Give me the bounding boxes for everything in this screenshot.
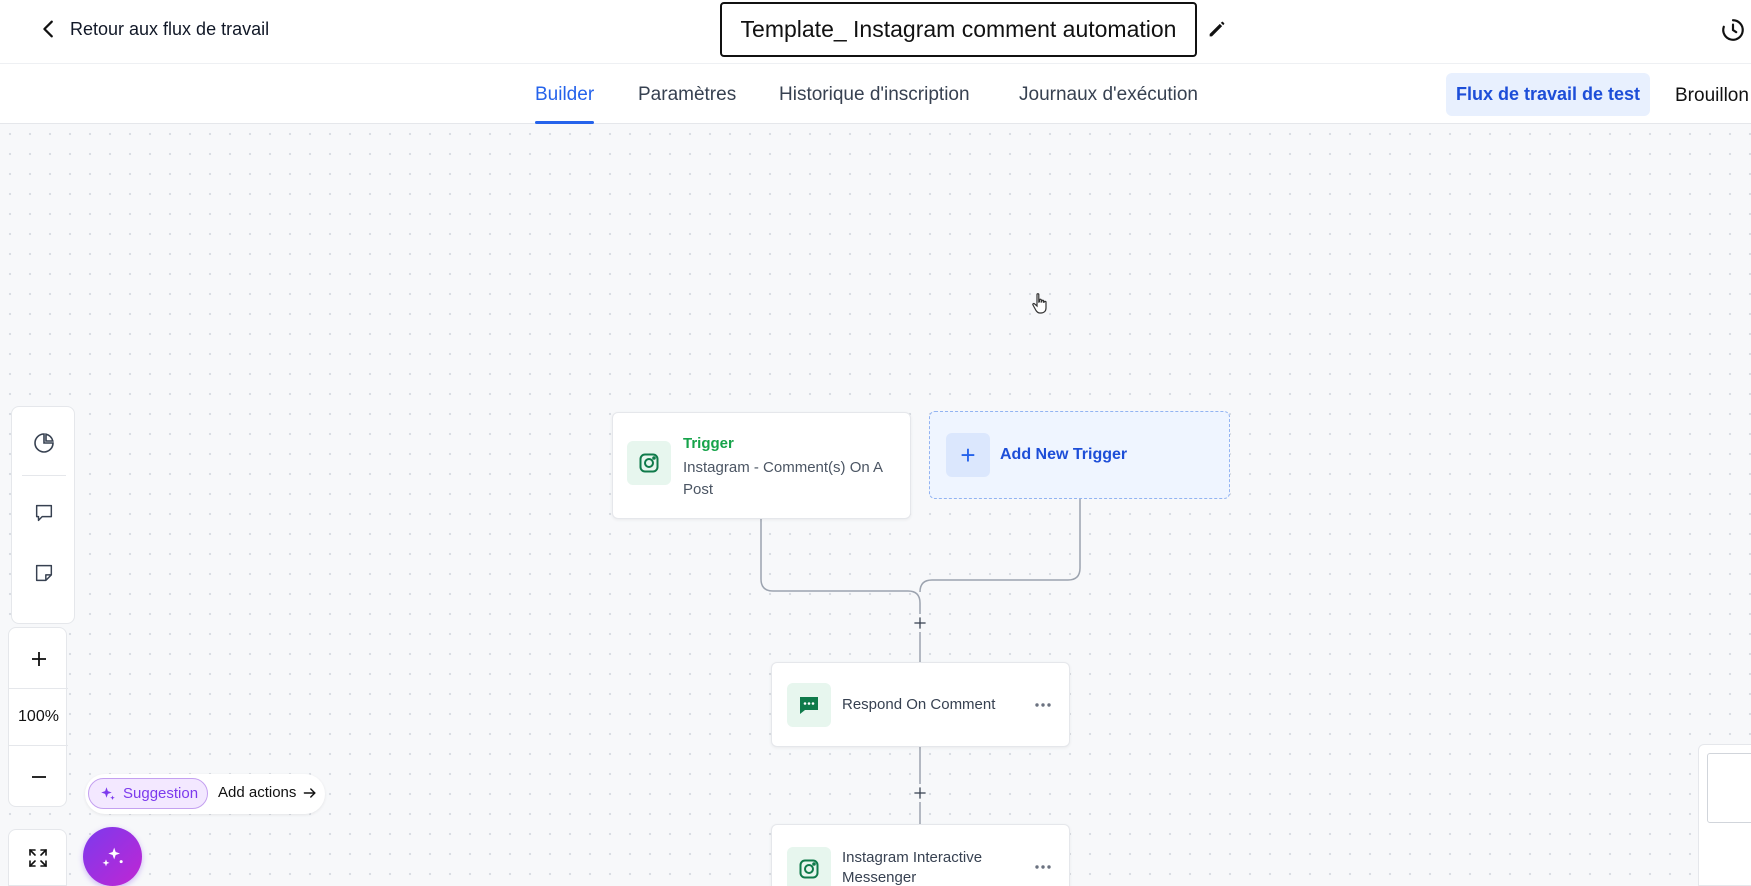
tab-builder[interactable]: Builder: [535, 84, 595, 124]
respond-icon-box: [787, 683, 831, 727]
zoom-level: 100%: [9, 688, 68, 746]
draft-status-toggle[interactable]: Brouillon: [1675, 85, 1749, 107]
chat-icon: [800, 697, 818, 714]
trigger-title: Trigger: [683, 435, 734, 452]
back-to-workflows-link[interactable]: Retour aux flux de travail: [38, 18, 269, 40]
add-actions-label: Add actions: [218, 784, 297, 801]
plus-icon: [31, 652, 46, 666]
add-step-button[interactable]: [910, 613, 930, 633]
workflow-title: Template_ Instagram comment automation: [740, 16, 1177, 42]
fit-to-screen-button[interactable]: [8, 829, 67, 886]
ai-assistant-button[interactable]: [83, 827, 142, 886]
top-bar: Retour aux flux de travail Template_ Ins…: [0, 0, 1751, 64]
tab-journaux-execution[interactable]: Journaux d'exécution: [1019, 84, 1198, 106]
instagram-icon: [639, 453, 659, 473]
trigger-icon-box: [627, 441, 671, 485]
add-actions-link[interactable]: Add actions: [218, 784, 318, 801]
workflow-title-field[interactable]: Template_ Instagram comment automation: [720, 2, 1197, 57]
zoom-controls: 100%: [8, 627, 68, 807]
pie-chart-icon: [34, 433, 54, 453]
trigger-node[interactable]: Trigger Instagram - Comment(s) On A Post: [612, 412, 911, 519]
minus-icon: [31, 776, 46, 778]
zoom-out-button[interactable]: [9, 748, 68, 806]
test-workflow-label: Flux de travail de test: [1455, 84, 1641, 104]
step-label: Instagram Interactive Messenger: [842, 849, 983, 886]
canvas-tools-panel: [11, 406, 75, 624]
analytics-button[interactable]: [30, 429, 58, 457]
tool-divider: [22, 475, 66, 476]
test-workflow-button[interactable]: Flux de travail de test: [1446, 73, 1650, 116]
minimap-panel[interactable]: [1698, 744, 1751, 886]
arrow-right-icon: [304, 787, 316, 798]
comments-button[interactable]: [30, 499, 58, 527]
ig-messenger-icon-box: [787, 847, 831, 886]
hand-pointer-icon: [1032, 293, 1047, 314]
instagram-messenger-node[interactable]: Instagram Interactive Messenger: [771, 824, 1070, 886]
suggestion-pill[interactable]: Suggestion: [88, 778, 208, 809]
history-icon[interactable]: [1720, 17, 1746, 43]
magic-wand-icon: [102, 847, 123, 866]
suggestion-label: Suggestion: [123, 785, 199, 802]
comment-icon: [35, 504, 53, 522]
step-label: Respond On Comment: [842, 696, 996, 713]
zoom-in-button[interactable]: [9, 630, 68, 688]
more-options-icon[interactable]: [1033, 695, 1053, 715]
tab-parametres[interactable]: Paramètres: [638, 84, 736, 106]
sticky-note-button[interactable]: [30, 559, 58, 587]
instagram-icon: [799, 859, 819, 879]
expand-icon: [28, 848, 47, 867]
plus-icon: [914, 617, 926, 629]
sticky-note-icon: [35, 564, 53, 582]
suggestion-bar: Suggestion Add actions: [85, 774, 325, 814]
pencil-icon[interactable]: [1206, 18, 1228, 40]
trigger-description: Instagram - Comment(s) On A Post: [683, 459, 883, 498]
plus-icon: +: [946, 433, 990, 477]
more-options-icon[interactable]: [1033, 857, 1053, 877]
add-trigger-label: Add New Trigger: [1000, 446, 1128, 463]
workflow-canvas[interactable]: Trigger Instagram - Comment(s) On A Post…: [0, 124, 1751, 886]
chevron-left-icon: [43, 20, 53, 38]
minimap-viewport: [1707, 753, 1751, 823]
sparkle-icon: [101, 786, 115, 800]
back-link-label: Retour aux flux de travail: [70, 18, 270, 39]
tab-bar: Builder Paramètres Historique d'inscript…: [0, 64, 1751, 124]
plus-icon: [914, 787, 926, 799]
tab-historique-inscription[interactable]: Historique d'inscription: [779, 84, 970, 106]
add-new-trigger-button[interactable]: + Add New Trigger: [929, 411, 1230, 499]
respond-on-comment-node[interactable]: Respond On Comment: [771, 662, 1070, 747]
add-step-button[interactable]: [910, 783, 930, 803]
